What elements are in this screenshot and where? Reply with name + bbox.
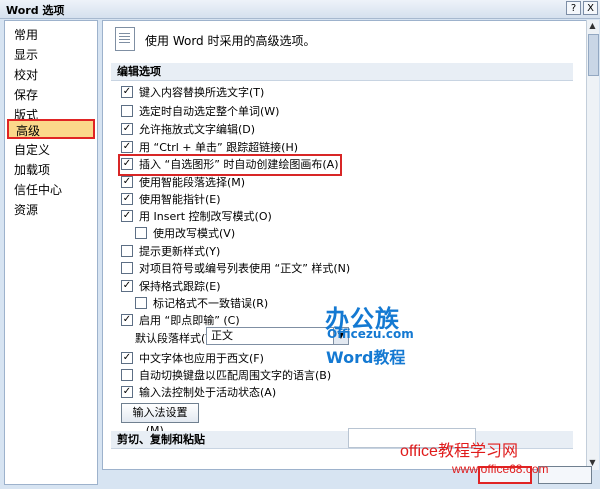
- checkbox[interactable]: [121, 245, 133, 257]
- window-title: Word 选项: [6, 4, 65, 17]
- option-row[interactable]: ✓ 使用智能段落选择(M): [121, 175, 245, 191]
- option-label: 用 Insert 控制改写模式(O): [139, 210, 272, 223]
- option-label: 输入法控制处于活动状态(A): [139, 386, 277, 399]
- checkbox[interactable]: [135, 297, 147, 309]
- option-row[interactable]: ✓ 键入内容替换所选文字(T): [121, 85, 264, 101]
- option-row[interactable]: 提示更新样式(Y): [121, 244, 220, 260]
- ime-settings-button[interactable]: 输入法设置(M)...: [121, 403, 199, 437]
- option-row[interactable]: ✓ 中文字体也应用于西文(F): [121, 351, 264, 367]
- checkbox-checked[interactable]: ✓: [121, 280, 133, 292]
- option-row[interactable]: 标记格式不一致错误(R): [135, 296, 268, 312]
- option-row[interactable]: ✓ 允许拖放式文字编辑(D): [121, 122, 255, 138]
- checkbox-checked[interactable]: ✓: [121, 141, 133, 153]
- options-panel: 使用 Word 时采用的高级选项。 编辑选项 ✓ 键入内容替换所选文字(T) 选定…: [102, 20, 588, 470]
- checkbox-checked[interactable]: ✓: [121, 193, 133, 205]
- help-button[interactable]: ?: [566, 1, 581, 15]
- option-label: 键入内容替换所选文字(T): [139, 86, 265, 99]
- checkbox-checked[interactable]: ✓: [121, 386, 133, 398]
- option-label: 使用智能指针(E): [139, 193, 221, 206]
- checkbox-checked[interactable]: ✓: [121, 314, 133, 326]
- option-label: 对项目符号或编号列表使用 “正文” 样式(N): [139, 262, 351, 275]
- checkbox-checked[interactable]: ✓: [121, 176, 133, 188]
- option-row[interactable]: ✓ 使用智能指针(E): [121, 192, 221, 208]
- vertical-scrollbar[interactable]: ▲ ▼: [586, 20, 599, 470]
- option-row-highlighted[interactable]: ✓ 插入 “自选图形” 时自动创建绘图画布(A): [118, 154, 342, 176]
- option-row[interactable]: ✓ 用 “Ctrl + 单击” 跟踪超链接(H): [121, 140, 298, 156]
- option-label: 使用改写模式(V): [153, 227, 236, 240]
- option-row[interactable]: 对项目符号或编号列表使用 “正文” 样式(N): [121, 261, 350, 277]
- option-label: 使用智能段落选择(M): [139, 176, 246, 189]
- option-label: 选定时自动选定整个单词(W): [139, 105, 280, 118]
- checkbox[interactable]: [121, 105, 133, 117]
- checkbox-checked[interactable]: ✓: [121, 123, 133, 135]
- option-label: 自动切换键盘以匹配周围文字的语言(B): [139, 369, 332, 382]
- scroll-up-icon[interactable]: ▲: [588, 21, 597, 31]
- checkbox[interactable]: [121, 369, 133, 381]
- option-label: 标记格式不一致错误(R): [153, 297, 269, 310]
- option-label: 中文字体也应用于西文(F): [139, 352, 264, 365]
- sidebar-item-common[interactable]: 常用: [7, 25, 95, 45]
- option-row[interactable]: 使用改写模式(V): [135, 226, 235, 242]
- document-icon: [115, 27, 135, 51]
- sidebar-item-save[interactable]: 保存: [7, 85, 95, 105]
- checkbox[interactable]: [121, 262, 133, 274]
- option-label: 提示更新样式(Y): [139, 245, 221, 258]
- option-label: 启用 “即点即输” (C): [139, 314, 240, 327]
- option-label: 插入 “自选图形” 时自动创建绘图画布(A): [139, 158, 339, 171]
- sidebar-item-addins[interactable]: 加载项: [7, 160, 95, 180]
- sidebar: 常用 显示 校对 保存 版式 高级 自定义 加载项 信任中心 资源: [4, 20, 98, 485]
- sidebar-item-display[interactable]: 显示: [7, 45, 95, 65]
- title-bar: Word 选项 ? X: [0, 0, 600, 19]
- option-row[interactable]: 选定时自动选定整个单词(W): [121, 104, 279, 120]
- watermark-text: office教程学习网: [400, 443, 518, 460]
- checkbox[interactable]: [135, 227, 147, 239]
- watermark-logo-sub: Word教程: [326, 348, 406, 367]
- panel-header: 使用 Word 时采用的高级选项。: [145, 34, 316, 48]
- sidebar-item-trust-center[interactable]: 信任中心: [7, 180, 95, 200]
- close-button[interactable]: X: [583, 1, 598, 15]
- section-editing-options: 编辑选项: [111, 63, 573, 81]
- watermark-url: www.office68.com: [452, 462, 549, 476]
- checkbox-checked[interactable]: ✓: [121, 158, 133, 170]
- sidebar-item-resources[interactable]: 资源: [7, 200, 95, 220]
- scroll-thumb[interactable]: [588, 34, 599, 76]
- sidebar-item-advanced[interactable]: 高级: [7, 119, 95, 139]
- option-label: 用 “Ctrl + 单击” 跟踪超链接(H): [139, 141, 299, 154]
- checkbox-checked[interactable]: ✓: [121, 86, 133, 98]
- sidebar-item-proofing[interactable]: 校对: [7, 65, 95, 85]
- watermark-logo: 办公族 Officezu.com Word教程: [325, 299, 435, 367]
- option-row[interactable]: ✓ 用 Insert 控制改写模式(O): [121, 209, 272, 225]
- option-label: 允许拖放式文字编辑(D): [139, 123, 256, 136]
- checkbox-checked[interactable]: ✓: [121, 210, 133, 222]
- option-row[interactable]: ✓ 保持格式跟踪(E): [121, 279, 221, 295]
- watermark-logo-url: Officezu.com: [327, 327, 414, 341]
- option-label: 保持格式跟踪(E): [139, 280, 221, 293]
- checkbox-checked[interactable]: ✓: [121, 352, 133, 364]
- sidebar-item-customize[interactable]: 自定义: [7, 140, 95, 160]
- option-row[interactable]: 自动切换键盘以匹配周围文字的语言(B): [121, 368, 331, 384]
- option-row[interactable]: ✓ 输入法控制处于活动状态(A): [121, 385, 276, 401]
- select-value: 正文: [211, 329, 233, 342]
